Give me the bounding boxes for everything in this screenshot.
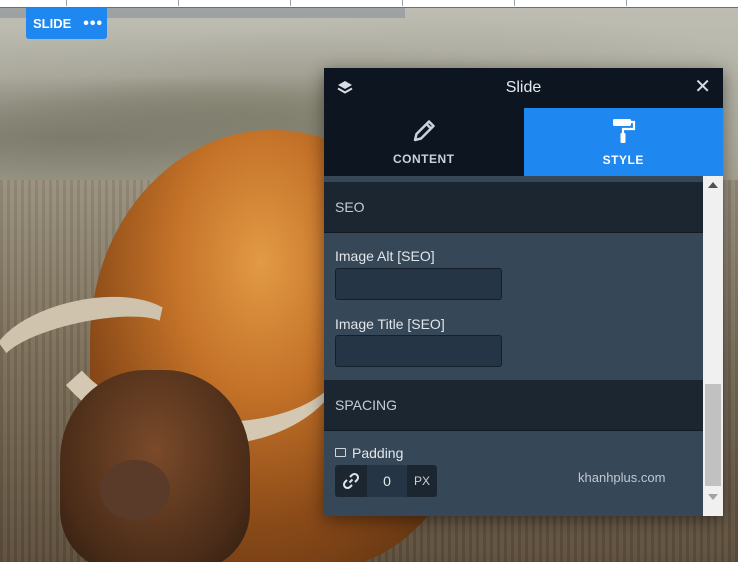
cow-nose [100, 460, 170, 520]
slide-element-tag[interactable]: SLIDE ••• [26, 8, 107, 39]
tab-content-label: CONTENT [393, 152, 455, 166]
padding-unit-selector[interactable]: PX [407, 474, 437, 488]
padding-value-input[interactable]: 0 [367, 465, 407, 497]
spacing-section-title: SPACING [335, 397, 397, 413]
padding-label-row: Padding [335, 445, 403, 461]
tab-content[interactable]: CONTENT [324, 108, 524, 176]
padding-control: 0 PX [335, 465, 437, 497]
close-icon[interactable]: ✕ [694, 77, 711, 97]
slide-tag-label: SLIDE [33, 16, 72, 31]
image-alt-label: Image Alt [SEO] [335, 248, 435, 264]
panel-controls-area[interactable]: SEO Image Alt [SEO] Image Title [SEO] SP… [324, 176, 703, 516]
paint-roller-icon [613, 119, 636, 143]
slide-settings-panel: Slide ✕ CONTENT STYLE SEO Image Alt [SEO… [324, 68, 723, 516]
panel-header[interactable]: Slide ✕ [324, 68, 723, 108]
pencil-icon [413, 120, 435, 142]
image-title-input[interactable] [335, 335, 502, 367]
layers-icon[interactable] [336, 79, 354, 97]
panel-tabs: CONTENT STYLE [324, 108, 723, 176]
seo-section-title: SEO [335, 199, 365, 215]
seo-section-header[interactable]: SEO [324, 182, 703, 233]
scrollbar-thumb[interactable] [705, 384, 721, 486]
image-alt-input[interactable] [335, 268, 502, 300]
padding-label: Padding [352, 445, 404, 461]
watermark-text: khanhplus.com [578, 470, 666, 485]
image-title-label: Image Title [SEO] [335, 316, 445, 332]
ellipsis-icon[interactable]: ••• [83, 15, 103, 31]
panel-scrollbar[interactable] [703, 176, 723, 516]
link-values-icon[interactable] [335, 465, 367, 497]
scroll-down-arrow-icon[interactable] [708, 494, 718, 500]
panel-title: Slide [505, 79, 542, 96]
tab-style-label: STYLE [602, 153, 644, 167]
desktop-icon[interactable] [335, 447, 346, 457]
tab-style[interactable]: STYLE [523, 108, 723, 176]
spacing-section-header[interactable]: SPACING [324, 380, 703, 431]
scroll-up-arrow-icon[interactable] [708, 182, 718, 188]
